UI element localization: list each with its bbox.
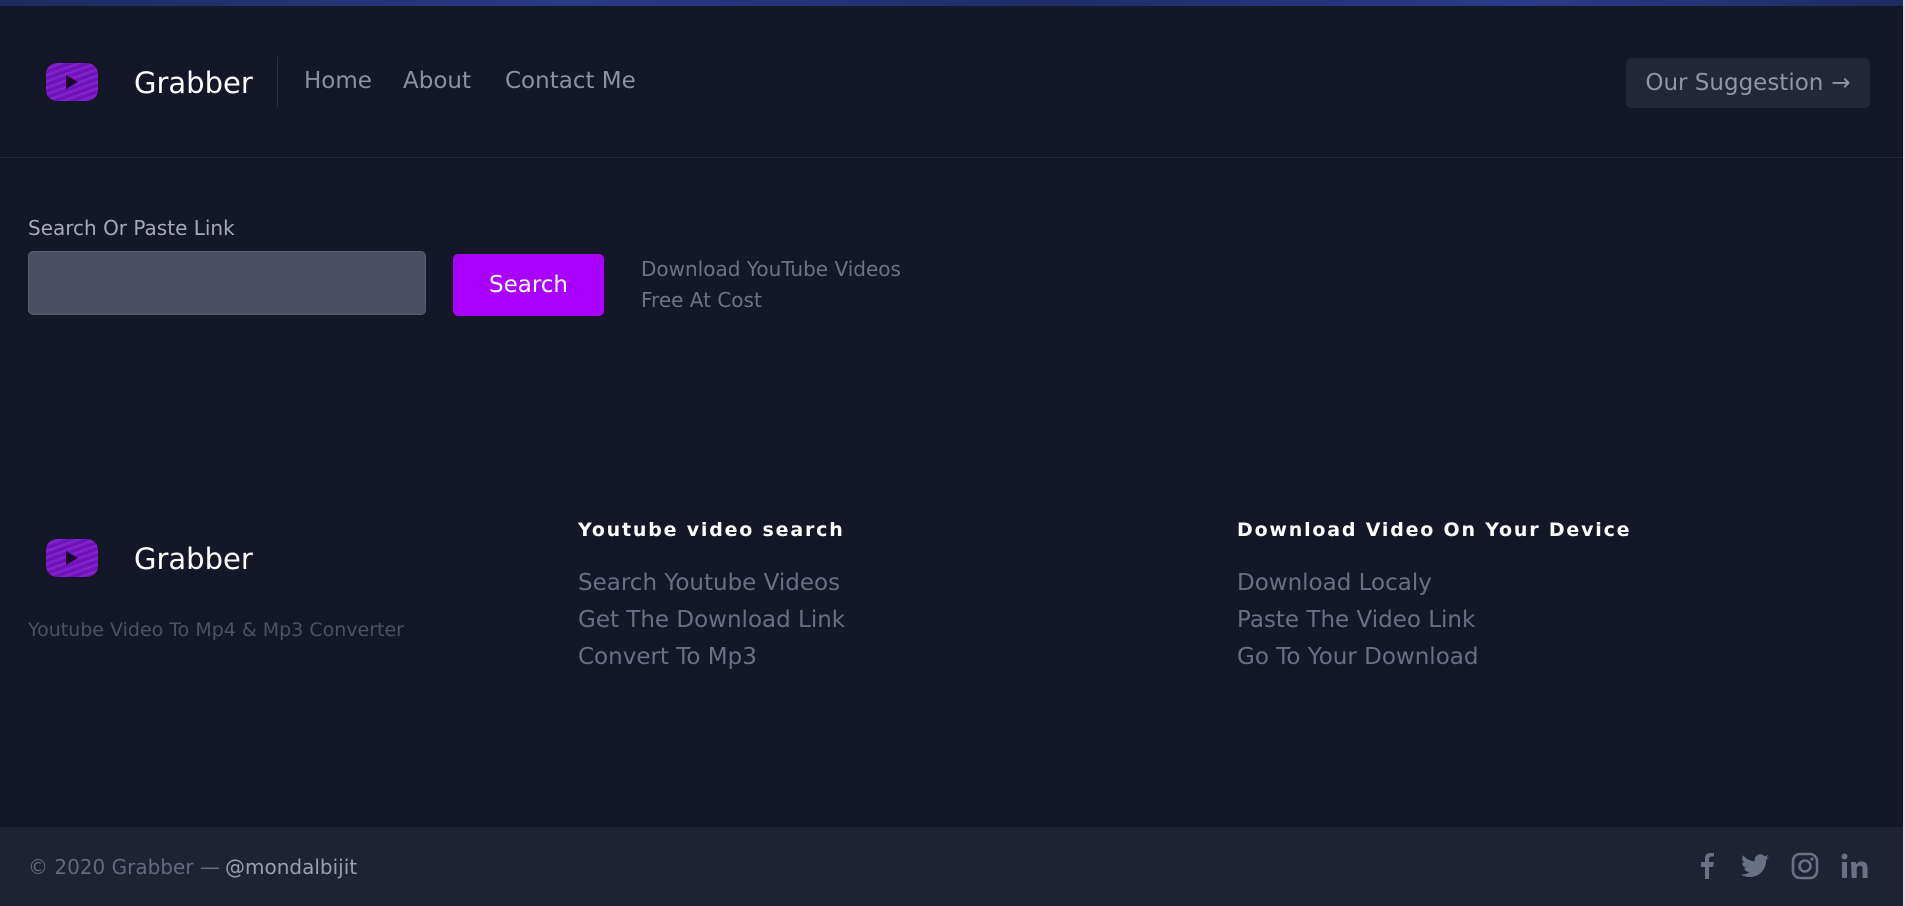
footer-link[interactable]: Search Youtube Videos — [578, 570, 840, 596]
search-note-line1: Download YouTube Videos — [641, 257, 901, 281]
header-divider — [277, 57, 278, 107]
bottom-bar: © 2020 Grabber — @mondalbijit — [0, 827, 1903, 906]
facebook-icon[interactable] — [1692, 851, 1722, 881]
twitter-icon[interactable] — [1740, 851, 1770, 881]
linkedin-icon[interactable] — [1840, 851, 1870, 881]
search-label: Search Or Paste Link — [28, 216, 235, 240]
brand-name[interactable]: Grabber — [134, 66, 253, 100]
search-note: Download YouTube Videos Free At Cost — [641, 254, 901, 316]
footer-col1-title: Youtube video search — [578, 519, 845, 541]
footer-tagline: Youtube Video To Mp4 & Mp3 Converter — [28, 619, 404, 641]
our-suggestion-button[interactable]: Our Suggestion → — [1626, 58, 1870, 108]
footer-link[interactable]: Paste The Video Link — [1237, 607, 1475, 633]
search-input[interactable] — [28, 251, 426, 315]
footer-link[interactable]: Download Localy — [1237, 570, 1432, 596]
footer-link[interactable]: Get The Download Link — [578, 607, 845, 633]
footer-brand-name[interactable]: Grabber — [134, 542, 253, 576]
youtube-logo-icon[interactable] — [46, 63, 98, 101]
search-note-line2: Free At Cost — [641, 288, 762, 312]
nav-contact-me[interactable]: Contact Me — [505, 68, 636, 94]
author-handle-link[interactable]: @mondalbijit — [225, 855, 357, 879]
play-icon — [66, 75, 78, 89]
nav-about[interactable]: About — [403, 68, 471, 94]
nav-home[interactable]: Home — [304, 68, 372, 94]
footer-youtube-logo-icon[interactable] — [46, 539, 98, 577]
play-icon — [66, 551, 78, 565]
footer-link[interactable]: Go To Your Download — [1237, 644, 1478, 670]
copyright-text: © 2020 Grabber — — [28, 855, 220, 879]
our-suggestion-label: Our Suggestion — [1645, 70, 1824, 96]
header: Grabber Home About Contact Me Our Sugges… — [0, 6, 1903, 158]
arrow-right-icon: → — [1831, 70, 1851, 96]
instagram-icon[interactable] — [1790, 851, 1820, 881]
search-button[interactable]: Search — [453, 254, 604, 316]
page: Grabber Home About Contact Me Our Sugges… — [0, 0, 1905, 906]
footer-col2-title: Download Video On Your Device — [1237, 519, 1632, 541]
footer-link[interactable]: Convert To Mp3 — [578, 644, 757, 670]
